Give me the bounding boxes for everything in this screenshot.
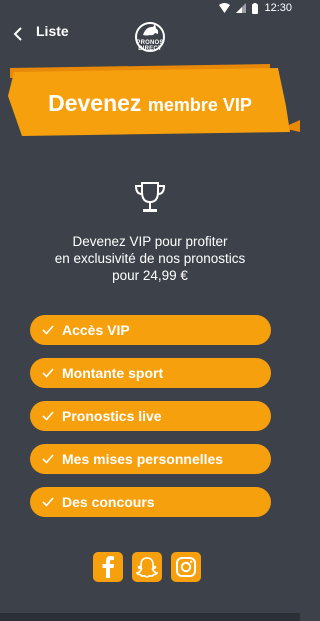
feature-label: Mes mises personnelles (62, 451, 224, 467)
feature-mes-mises-button[interactable]: Mes mises personnelles (30, 444, 271, 474)
app-bar: Liste PRONOS DIRECT (0, 18, 300, 60)
check-icon (42, 497, 54, 507)
back-label[interactable]: Liste (36, 23, 69, 39)
facebook-icon (102, 556, 114, 578)
status-time: 12:30 (264, 2, 292, 14)
check-icon (42, 411, 54, 421)
trophy-icon (134, 182, 166, 212)
banner-title: Devenez membre VIP (48, 90, 252, 116)
feature-concours-button[interactable]: Des concours (30, 487, 271, 517)
feature-label: Des concours (62, 494, 155, 510)
vip-banner: Devenez membre VIP (0, 62, 300, 138)
check-icon (42, 325, 54, 335)
system-navigation-bar (0, 613, 300, 621)
feature-pronostics-live-button[interactable]: Pronostics live (30, 401, 271, 431)
feature-acces-vip-button[interactable]: Accès VIP (30, 315, 271, 345)
logo-text: PRONOS DIRECT (136, 40, 164, 52)
check-icon (42, 368, 54, 378)
vip-description: Devenez VIP pour profiter en exclusivité… (54, 234, 246, 283)
battery-icon (252, 2, 259, 14)
wifi-icon (219, 3, 231, 13)
status-bar: 12:30 (0, 0, 300, 18)
feature-list: Accès VIP Montante sport Pronostics live… (30, 315, 271, 530)
app-logo: PRONOS DIRECT (128, 20, 172, 56)
snapchat-icon (136, 557, 158, 578)
facebook-button[interactable] (93, 552, 123, 582)
feature-montante-sport-button[interactable]: Montante sport (30, 358, 271, 388)
check-icon (42, 454, 54, 464)
feature-label: Montante sport (62, 365, 164, 381)
feature-label: Pronostics live (62, 408, 162, 424)
snapchat-button[interactable] (132, 552, 162, 582)
back-button[interactable] (8, 22, 28, 46)
signal-icon (236, 3, 247, 13)
feature-label: Accès VIP (62, 322, 130, 338)
instagram-button[interactable] (171, 552, 201, 582)
chevron-left-icon (13, 27, 22, 41)
instagram-icon (176, 557, 196, 577)
social-links (93, 552, 213, 584)
